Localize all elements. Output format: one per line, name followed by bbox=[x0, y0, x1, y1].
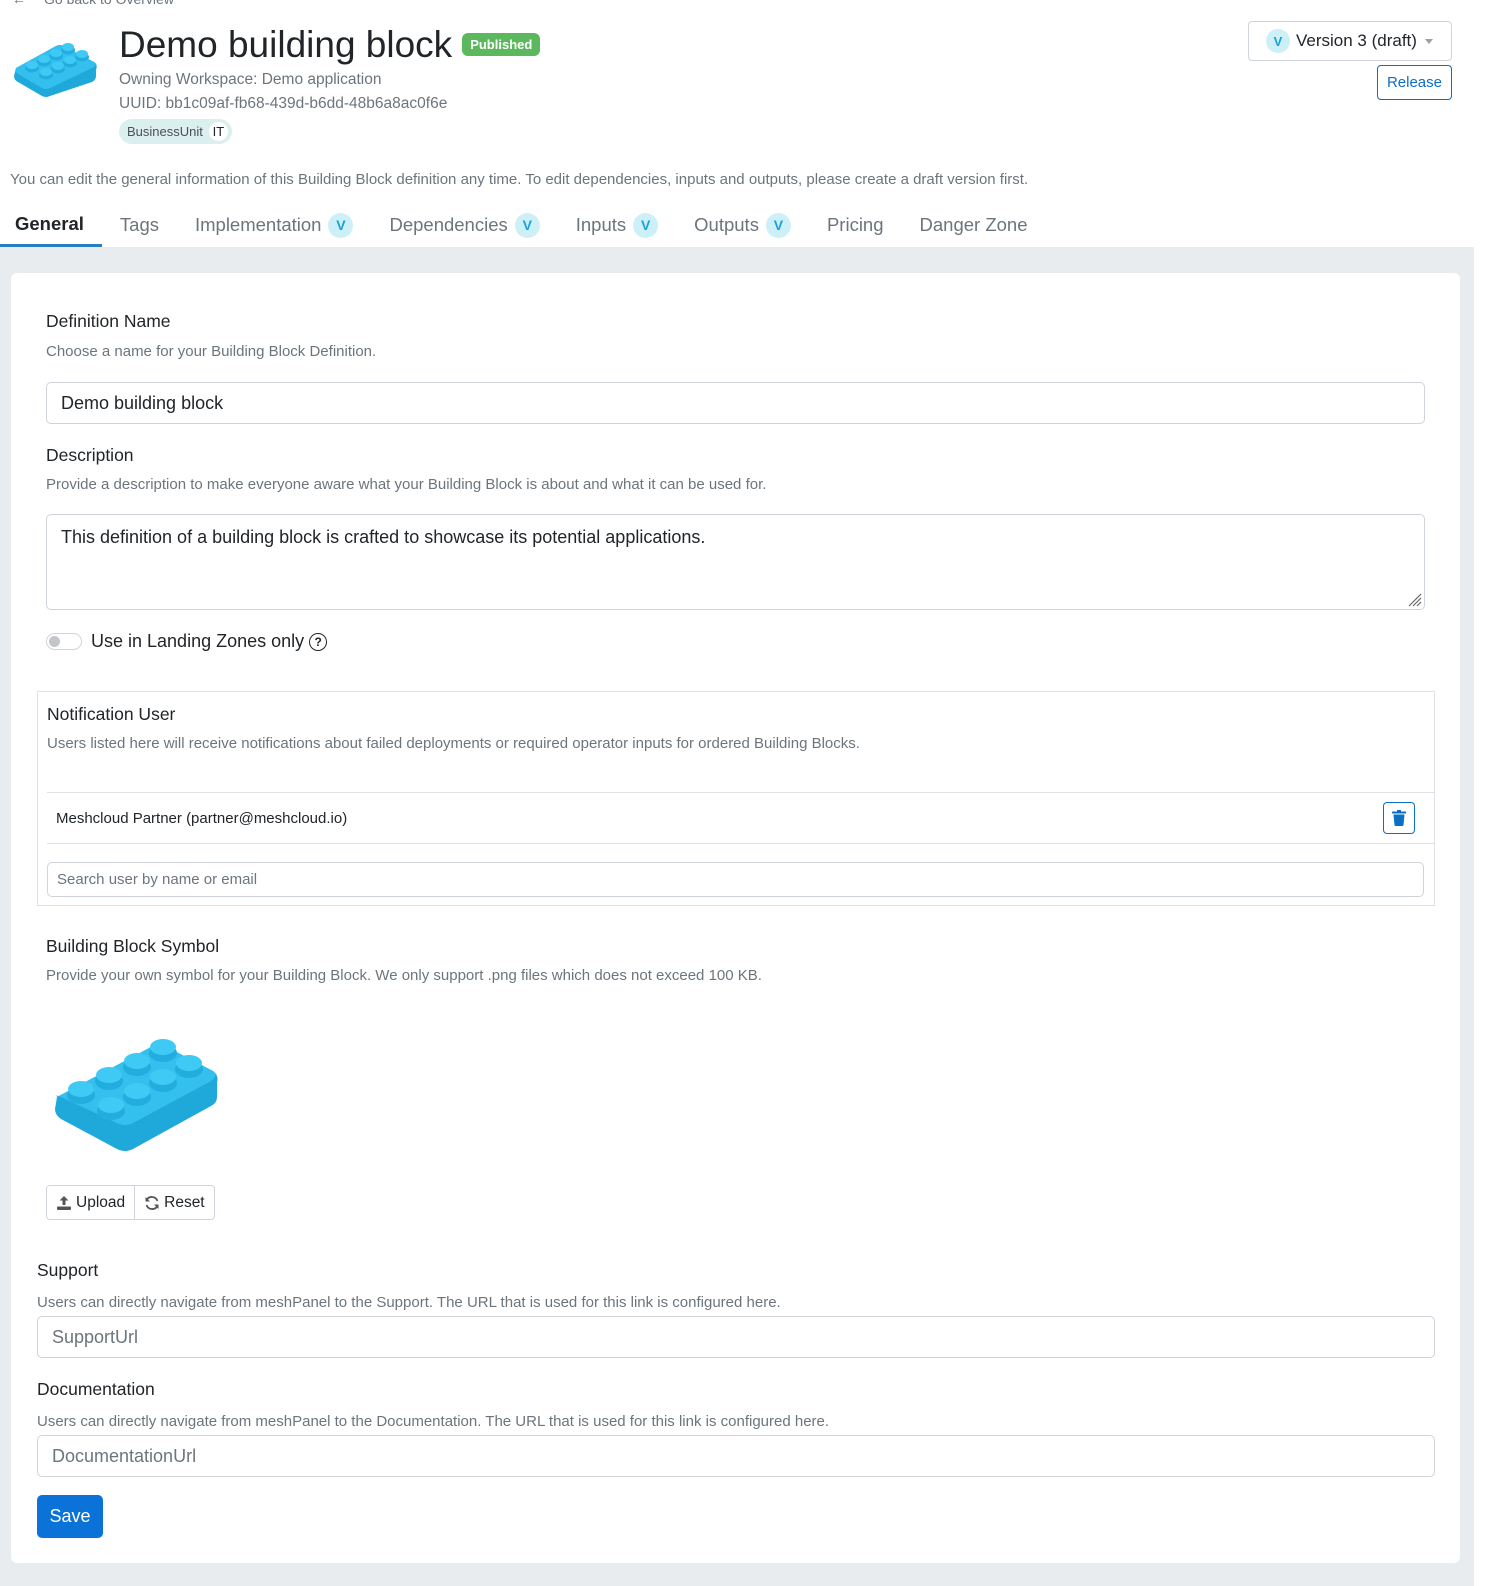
documentation-url-input[interactable]: DocumentationUrl bbox=[37, 1435, 1435, 1477]
remove-user-button[interactable] bbox=[1383, 802, 1415, 834]
version-select[interactable]: V Version 3 (draft) bbox=[1248, 21, 1452, 61]
building-block-symbol-image bbox=[55, 1039, 218, 1151]
documentation-label: Documentation bbox=[37, 1379, 155, 1399]
refresh-icon bbox=[145, 1195, 159, 1210]
save-button[interactable]: Save bbox=[37, 1495, 103, 1538]
tab-bar: General Tags Implementation V Dependenci… bbox=[0, 203, 1046, 247]
tab-implementation[interactable]: Implementation V bbox=[177, 203, 371, 247]
tab-danger-zone[interactable]: Danger Zone bbox=[902, 203, 1046, 247]
owning-workspace: Owning Workspace: Demo application bbox=[119, 71, 382, 88]
release-button[interactable]: Release bbox=[1376, 65, 1452, 100]
description-help: Provide a description to make everyone a… bbox=[46, 476, 767, 493]
tab-dependencies[interactable]: Dependencies V bbox=[371, 203, 557, 247]
versioned-badge: V bbox=[514, 212, 540, 238]
notification-user-section: Notification User Users listed here will… bbox=[37, 691, 1435, 906]
versioned-badge: V bbox=[765, 212, 791, 238]
chevron-down-icon bbox=[1424, 38, 1433, 44]
notification-user-help: Users listed here will receive notificat… bbox=[47, 735, 860, 752]
landing-zones-toggle-label: Use in Landing Zones only bbox=[91, 631, 305, 651]
lego-brick-icon bbox=[14, 43, 97, 97]
tab-inputs[interactable]: Inputs V bbox=[558, 203, 676, 247]
page-header: Demo building block Published Owning Wor… bbox=[0, 0, 1491, 160]
support-help: Users can directly navigate from meshPan… bbox=[37, 1294, 781, 1311]
tag-key: BusinessUnit bbox=[127, 124, 203, 139]
upload-icon bbox=[57, 1195, 71, 1210]
page-title: Demo building block bbox=[119, 24, 453, 65]
content-area: Definition Name Choose a name for your B… bbox=[0, 247, 1474, 1586]
general-form-card: Definition Name Choose a name for your B… bbox=[11, 273, 1460, 1563]
reset-button[interactable]: Reset bbox=[134, 1186, 214, 1219]
notification-user-row: Meshcloud Partner (partner@meshcloud.io) bbox=[47, 792, 1434, 844]
definition-name-label: Definition Name bbox=[46, 311, 171, 331]
intro-text: You can edit the general information of … bbox=[10, 171, 1029, 188]
version-badge: V bbox=[1266, 29, 1290, 53]
symbol-label: Building Block Symbol bbox=[46, 936, 220, 956]
description-label: Description bbox=[46, 445, 134, 465]
versioned-badge: V bbox=[633, 212, 659, 238]
version-select-value: Version 3 (draft) bbox=[1296, 31, 1417, 50]
tab-outputs[interactable]: Outputs V bbox=[676, 203, 809, 247]
trash-icon bbox=[1392, 810, 1406, 826]
definition-name-input[interactable]: Demo building block bbox=[46, 382, 1425, 424]
notification-user-name: Meshcloud Partner (partner@meshcloud.io) bbox=[56, 809, 348, 827]
tab-tags[interactable]: Tags bbox=[102, 203, 177, 247]
tag-value: IT bbox=[208, 122, 228, 141]
support-url-input[interactable]: SupportUrl bbox=[37, 1316, 1435, 1358]
title-block: Demo building block Published Owning Wor… bbox=[119, 22, 541, 144]
documentation-help: Users can directly navigate from meshPan… bbox=[37, 1413, 830, 1430]
landing-zones-toggle-row: Use in Landing Zones only ? bbox=[46, 631, 328, 652]
support-label: Support bbox=[37, 1260, 99, 1280]
description-textarea[interactable]: This definition of a building block is c… bbox=[46, 514, 1425, 610]
definition-name-help: Choose a name for your Building Block De… bbox=[46, 343, 377, 360]
resize-handle-icon[interactable] bbox=[1406, 591, 1422, 607]
landing-zones-toggle[interactable] bbox=[46, 633, 82, 650]
tag-chip: BusinessUnit IT bbox=[119, 119, 232, 144]
question-circle-icon[interactable]: ? bbox=[309, 632, 328, 651]
tab-pricing[interactable]: Pricing bbox=[809, 203, 902, 247]
description-value: This definition of a building block is c… bbox=[61, 527, 706, 547]
uuid: UUID: bb1c09af-fb68-439d-b6dd-48b6a8ac0f… bbox=[119, 95, 448, 112]
versioned-badge: V bbox=[328, 212, 354, 238]
upload-button[interactable]: Upload bbox=[47, 1186, 135, 1219]
tab-general[interactable]: General bbox=[0, 203, 102, 247]
notification-user-label: Notification User bbox=[47, 704, 176, 724]
user-search-input[interactable]: Search user by name or email bbox=[47, 862, 1424, 897]
symbol-help: Provide your own symbol for your Buildin… bbox=[46, 967, 762, 984]
status-badge: Published bbox=[462, 32, 541, 56]
symbol-button-group: Upload Reset bbox=[46, 1185, 215, 1220]
